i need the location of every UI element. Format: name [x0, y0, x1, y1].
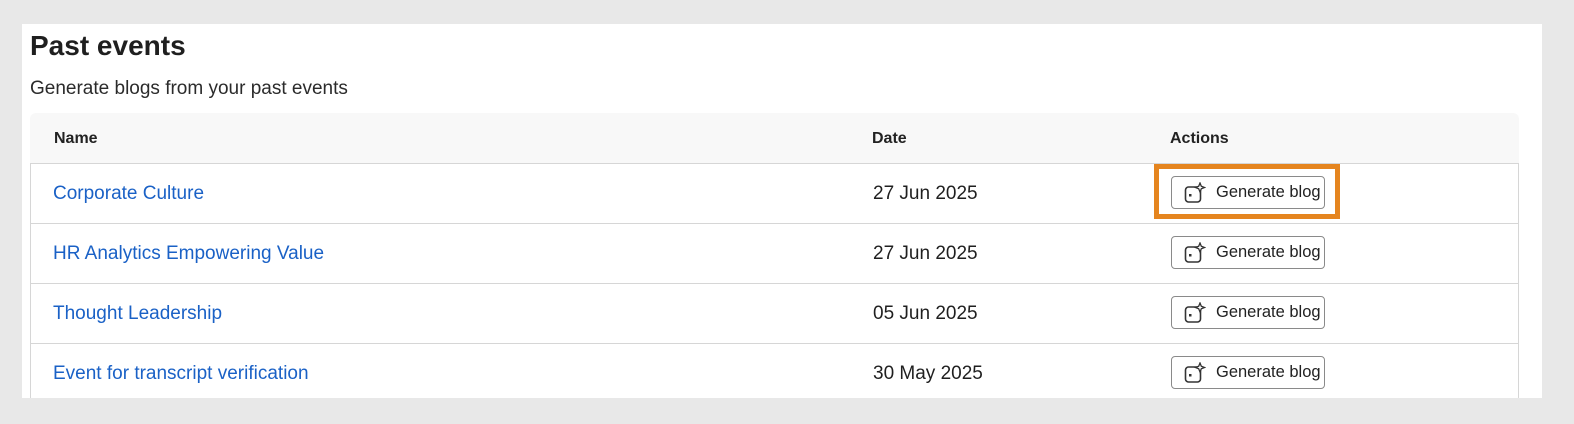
- event-date: 30 May 2025: [873, 363, 983, 384]
- generate-blog-button[interactable]: Generate blog: [1171, 236, 1325, 269]
- ai-sparkle-icon: [1184, 360, 1207, 384]
- event-date: 27 Jun 2025: [873, 243, 978, 264]
- event-name-link[interactable]: Corporate Culture: [53, 183, 204, 205]
- generate-blog-button[interactable]: Generate blog: [1171, 176, 1325, 209]
- generate-blog-label: Generate blog: [1216, 243, 1321, 261]
- past-events-panel: Past events Generate blogs from your pas…: [22, 24, 1542, 398]
- event-name-link[interactable]: HR Analytics Empowering Value: [53, 243, 324, 265]
- table-row: Corporate Culture 27 Jun 2025 Generate b…: [31, 164, 1518, 223]
- ai-sparkle-icon: [1184, 240, 1207, 264]
- generate-blog-button[interactable]: Generate blog: [1171, 356, 1325, 389]
- event-date: 27 Jun 2025: [873, 183, 978, 204]
- event-name-link[interactable]: Thought Leadership: [53, 303, 222, 325]
- page-title: Past events: [30, 30, 186, 61]
- generate-blog-label: Generate blog: [1216, 183, 1321, 201]
- column-header-name: Name: [54, 130, 98, 147]
- event-name-link[interactable]: Event for transcript verification: [53, 363, 309, 385]
- table-body: Corporate Culture 27 Jun 2025 Generate b…: [30, 163, 1519, 398]
- table-row: Thought Leadership 05 Jun 2025 Generate …: [31, 283, 1518, 343]
- page-subtitle: Generate blogs from your past events: [30, 78, 348, 99]
- table-header: Name Date Actions: [30, 113, 1519, 163]
- events-table: Name Date Actions Corporate Culture 27 J…: [30, 113, 1519, 398]
- generate-blog-label: Generate blog: [1216, 303, 1321, 321]
- event-date: 05 Jun 2025: [873, 303, 978, 324]
- table-row: Event for transcript verification 30 May…: [31, 343, 1518, 398]
- generate-blog-button[interactable]: Generate blog: [1171, 296, 1325, 329]
- ai-sparkle-icon: [1184, 180, 1207, 204]
- table-row: HR Analytics Empowering Value 27 Jun 202…: [31, 223, 1518, 283]
- column-header-date: Date: [872, 130, 907, 147]
- column-header-actions: Actions: [1170, 130, 1229, 147]
- generate-blog-label: Generate blog: [1216, 363, 1321, 381]
- ai-sparkle-icon: [1184, 300, 1207, 324]
